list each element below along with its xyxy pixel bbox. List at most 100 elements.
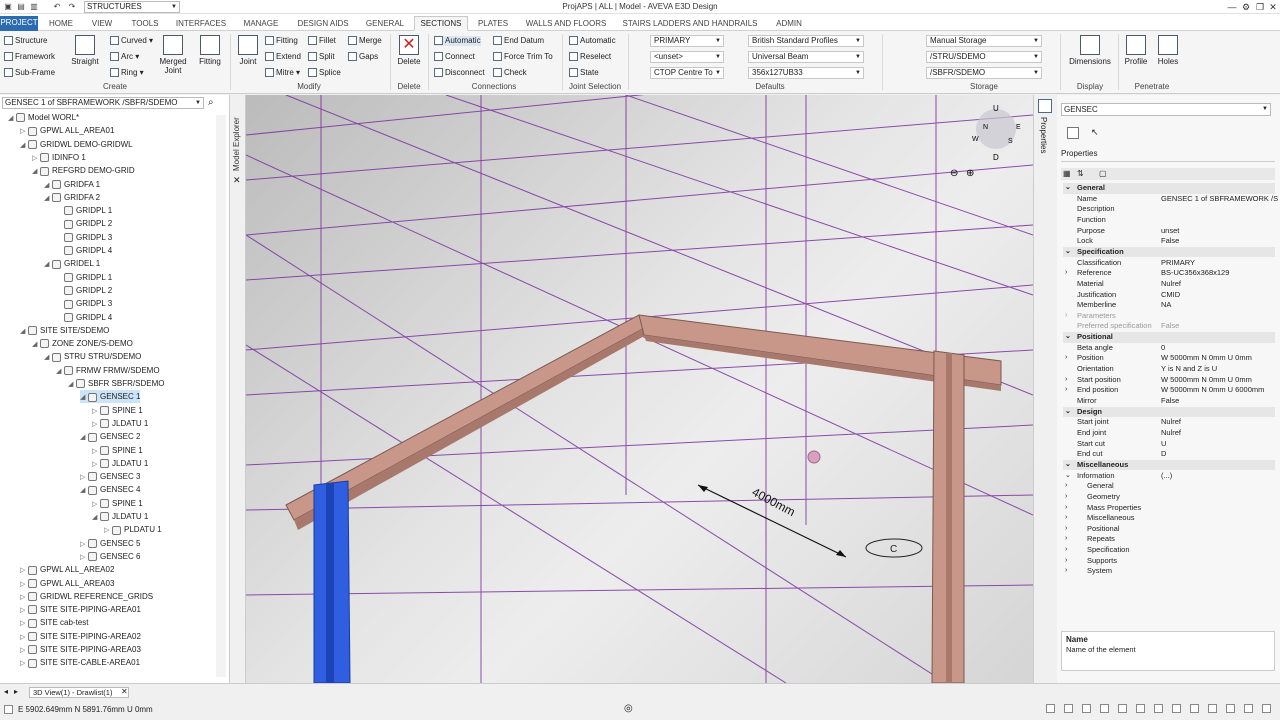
- connect-button[interactable]: Connect: [434, 52, 475, 62]
- tree-item[interactable]: ▷ GENSEC 3: [80, 470, 140, 483]
- expand-icon[interactable]: ›: [1065, 503, 1067, 514]
- property-value[interactable]: U: [1161, 439, 1166, 450]
- tree-item[interactable]: ◢ SITE SITE/SDEMO: [20, 324, 109, 337]
- expand-icon[interactable]: ▷: [20, 617, 28, 630]
- check-button[interactable]: Check: [493, 68, 527, 78]
- tree-scrollbar[interactable]: [216, 115, 226, 677]
- property-row[interactable]: › Repeats: [1063, 534, 1275, 545]
- property-value[interactable]: Nulref: [1161, 428, 1181, 439]
- chat-icon[interactable]: ◎: [624, 703, 633, 714]
- curved-button[interactable]: Curved ▾: [110, 36, 153, 46]
- collapse-icon[interactable]: ◢: [92, 511, 100, 524]
- property-row[interactable]: Orientation Y is N and Z is U: [1063, 364, 1275, 375]
- delete-button[interactable]: ✕ Delete: [394, 35, 424, 66]
- collapse-icon[interactable]: ◢: [20, 325, 28, 338]
- property-value[interactable]: False: [1161, 321, 1179, 332]
- expand-icon[interactable]: ▷: [80, 538, 88, 551]
- structure-button[interactable]: Structure: [4, 36, 47, 46]
- tree-item[interactable]: ▷ SPINE 1: [92, 444, 143, 457]
- expand-icon[interactable]: ›: [1065, 481, 1067, 492]
- property-row[interactable]: Function: [1063, 215, 1275, 226]
- expand-icon[interactable]: ▷: [92, 458, 100, 471]
- expand-icon[interactable]: ▷: [32, 152, 40, 165]
- property-row[interactable]: Preferred specification False: [1063, 321, 1275, 332]
- property-value[interactable]: W 5000mm N 0mm U 0mm: [1161, 375, 1252, 386]
- collapse-icon[interactable]: ◢: [80, 484, 88, 497]
- property-pages-icon[interactable]: ▢: [1099, 169, 1107, 178]
- state-button[interactable]: State: [569, 68, 599, 78]
- expand-icon[interactable]: ›: [1065, 566, 1067, 577]
- property-row[interactable]: Memberline NA: [1063, 300, 1275, 311]
- property-value[interactable]: NA: [1161, 300, 1171, 311]
- status-tool-icon[interactable]: [1118, 704, 1127, 713]
- property-row[interactable]: › End position W 5000mm N 0mm U 6000mm: [1063, 385, 1275, 396]
- collapse-icon[interactable]: ◢: [44, 192, 52, 205]
- view-cube[interactable]: U N E S W D ⊖ ⊕: [950, 104, 1021, 179]
- tree-item[interactable]: ◢ JLDATU 1: [92, 510, 148, 523]
- expand-icon[interactable]: ▷: [80, 551, 88, 564]
- expand-icon[interactable]: ▷: [20, 578, 28, 591]
- profile-standard-combo[interactable]: British Standard Profiles ▼: [748, 35, 864, 47]
- tree-item[interactable]: ▷ JLDATU 1: [92, 457, 148, 470]
- property-value[interactable]: BS-UC356x368x129: [1161, 268, 1229, 279]
- property-row[interactable]: › Mass Properties: [1063, 503, 1275, 514]
- expand-icon[interactable]: ▷: [20, 631, 28, 644]
- subframe-button[interactable]: Sub-Frame: [4, 68, 55, 78]
- tab-stairs-ladders-handrails[interactable]: STAIRS LADDERS AND HANDRAILS: [620, 16, 760, 31]
- tree-item[interactable]: GRIDPL 4: [56, 311, 112, 324]
- tree-item[interactable]: ▷ PLDATU 1: [104, 523, 162, 536]
- tree-item[interactable]: GRIDPL 3: [56, 231, 112, 244]
- expand-icon[interactable]: ▷: [80, 471, 88, 484]
- property-value[interactable]: W 5000mm N 0mm U 6000mm: [1161, 385, 1264, 396]
- collapse-icon[interactable]: ⌄: [1065, 183, 1071, 194]
- fitting-create-button[interactable]: Fitting: [194, 35, 226, 66]
- expand-icon[interactable]: ⌄: [1065, 471, 1071, 482]
- pointer-icon[interactable]: ↖: [1091, 127, 1103, 139]
- property-row[interactable]: › System: [1063, 566, 1275, 577]
- dimensions-button[interactable]: Dimensions: [1066, 35, 1114, 66]
- framework-button[interactable]: Framework: [4, 52, 55, 62]
- view-cube-up[interactable]: U: [993, 104, 999, 113]
- document-tab[interactable]: 3D View(1) - Drawlist(1): [29, 687, 129, 698]
- status-tool-icon[interactable]: [1172, 704, 1181, 713]
- view-cube-down[interactable]: D: [993, 153, 999, 162]
- expand-icon[interactable]: ▷: [92, 498, 100, 511]
- tree-item[interactable]: ▷ JLDATU 1: [92, 417, 148, 430]
- status-tool-icon[interactable]: [1046, 704, 1055, 713]
- property-category[interactable]: ⌄ Positional: [1063, 332, 1275, 343]
- expand-icon[interactable]: ▷: [92, 405, 100, 418]
- tree-item[interactable]: GRIDPL 1: [56, 271, 112, 284]
- tree-item[interactable]: ▷ SPINE 1: [92, 497, 143, 510]
- tab-interfaces[interactable]: INTERFACES: [172, 16, 230, 31]
- collapse-icon[interactable]: ⌄: [1065, 407, 1071, 418]
- status-tool-icon[interactable]: [1100, 704, 1109, 713]
- expand-icon[interactable]: ›: [1065, 375, 1067, 386]
- status-tool-icon[interactable]: [1082, 704, 1091, 713]
- expand-icon[interactable]: ▷: [20, 657, 28, 670]
- tree-item[interactable]: ▷ GPWL ALL_AREA02: [20, 563, 114, 576]
- tree-item[interactable]: ◢ SBFR SBFR/SDEMO: [68, 377, 164, 390]
- collapse-icon[interactable]: ◢: [44, 258, 52, 271]
- split-button[interactable]: Split: [308, 52, 335, 62]
- tree-item[interactable]: GRIDPL 3: [56, 297, 112, 310]
- beam-type-combo[interactable]: Universal Beam ▼: [748, 51, 864, 63]
- fillet-button[interactable]: Fillet: [308, 36, 336, 46]
- expand-icon[interactable]: ▷: [20, 564, 28, 577]
- properties-icon[interactable]: [1038, 99, 1052, 113]
- expand-icon[interactable]: ›: [1065, 385, 1067, 396]
- status-tool-icon[interactable]: [1064, 704, 1073, 713]
- property-row[interactable]: Description: [1063, 204, 1275, 215]
- property-value[interactable]: False: [1161, 396, 1179, 407]
- expand-icon[interactable]: ›: [1065, 311, 1067, 322]
- nav-left-icon[interactable]: ◂: [4, 687, 8, 696]
- collapse-icon[interactable]: ◢: [32, 338, 40, 351]
- tree-item[interactable]: ◢ ZONE ZONE/S-DEMO: [32, 337, 133, 350]
- classification-combo[interactable]: PRIMARY ▼: [650, 35, 724, 47]
- tree-item[interactable]: ▷ GENSEC 5: [80, 537, 140, 550]
- sbfr-storage-combo[interactable]: /SBFR/SDEMO ▼: [926, 67, 1042, 79]
- property-category[interactable]: ⌄ Miscellaneous: [1063, 459, 1275, 471]
- property-row[interactable]: Mirror False: [1063, 396, 1275, 407]
- expand-icon[interactable]: ▷: [20, 591, 28, 604]
- maximize-button[interactable]: ❐: [1254, 1, 1266, 13]
- tree-item[interactable]: ◢ FRMW FRMW/SDEMO: [56, 364, 160, 377]
